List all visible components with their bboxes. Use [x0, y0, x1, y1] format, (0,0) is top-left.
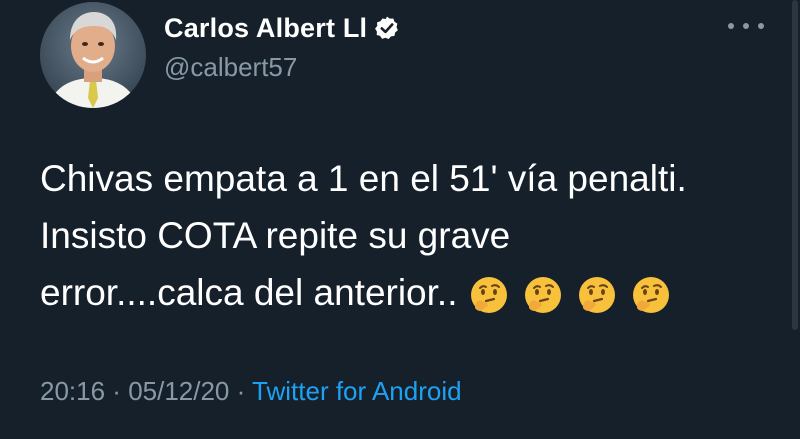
emoji-row [469, 275, 685, 315]
tweet-source-link[interactable]: Twitter for Android [252, 376, 462, 406]
verified-badge-icon [374, 15, 400, 41]
scrollbar[interactable] [792, 0, 798, 330]
more-options-icon[interactable] [728, 18, 764, 34]
thinking-face-icon [525, 277, 562, 314]
author-name-row[interactable]: Carlos Albert Ll [164, 10, 400, 46]
thinking-face-icon [633, 277, 670, 314]
tweet-date[interactable]: 05/12/20 [128, 376, 229, 406]
tweet-line-3-text: error....calca del anterior.. [40, 272, 458, 313]
display-name[interactable]: Carlos Albert Ll [164, 13, 367, 44]
meta-separator: · [229, 376, 253, 406]
tweet-line-2: Insisto COTA repite su grave [40, 215, 511, 256]
tweet-text: Chivas empata a 1 en el 51' vía penalti.… [40, 150, 790, 321]
thinking-face-icon [471, 277, 508, 314]
profile-photo-icon [40, 2, 146, 108]
meta-separator: · [105, 376, 129, 406]
dot [743, 23, 749, 29]
tweet-meta: 20:16 · 05/12/20 · Twitter for Android [40, 376, 462, 407]
tweet-card: Carlos Albert Ll @calbert57 Chivas empat… [0, 0, 800, 439]
dot [758, 23, 764, 29]
tweet-time[interactable]: 20:16 [40, 376, 105, 406]
author-handle[interactable]: @calbert57 [164, 52, 297, 83]
tweet-line-3: error....calca del anterior.. [40, 264, 790, 321]
avatar[interactable] [40, 2, 146, 108]
tweet-line-1: Chivas empata a 1 en el 51' vía penalti. [40, 158, 687, 199]
thinking-face-icon [579, 277, 616, 314]
dot [728, 23, 734, 29]
